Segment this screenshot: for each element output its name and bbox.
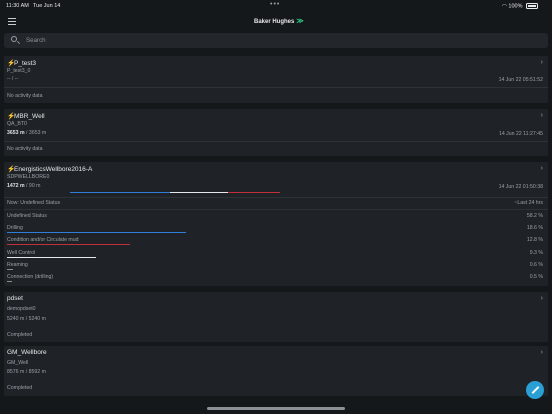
- card-divider: [4, 141, 548, 142]
- card-divider: [4, 209, 548, 210]
- well-name: EnergisticsWellbore2016-A: [14, 166, 93, 173]
- activity-row: Condition and/or Circulate mud 12.8 %: [7, 235, 543, 247]
- activity-row: Reaming 0.6 %: [7, 260, 543, 272]
- timeline-segment-drilling: [70, 192, 170, 193]
- activity-label: Undefined Status: [7, 213, 47, 219]
- pencil-icon: [531, 386, 540, 394]
- chevron-right-icon[interactable]: ›: [541, 295, 543, 302]
- top-nav: Baker Hughes ≫: [0, 12, 552, 32]
- depth-value: -- / --: [7, 76, 19, 82]
- battery-percent: 100%: [508, 3, 523, 10]
- activity-status: Completed: [7, 332, 33, 338]
- activity-label: Reaming: [7, 261, 28, 268]
- well-card[interactable]: ⚡EnergisticsWellbore2016-A › SDPWELLBORE…: [4, 162, 548, 286]
- well-title: ⚡MBR_Well: [7, 112, 45, 120]
- well-name: GM_Wellbore: [7, 349, 47, 356]
- depth-value: 1472 m / 90 m: [7, 183, 40, 189]
- well-card[interactable]: pdset › demopdset0 5240 m / 5240 m Compl…: [4, 292, 548, 342]
- activity-percent-bar: [7, 244, 130, 246]
- brand-logo: Baker Hughes ≫: [254, 17, 304, 25]
- chevron-right-icon[interactable]: ›: [541, 349, 543, 356]
- activity-label: Well Control: [7, 249, 36, 256]
- last-update-timestamp: 14 Jun 22 05:51:52: [498, 77, 543, 83]
- timeline-segment-well-control: [170, 192, 228, 193]
- search-input[interactable]: [26, 33, 526, 48]
- wellbore-name: P_test3_0: [7, 68, 31, 74]
- home-indicator[interactable]: [207, 407, 345, 410]
- wifi-icon: ◠: [502, 3, 507, 10]
- well-title: ⚡EnergisticsWellbore2016-A: [7, 165, 92, 173]
- time-window: Last 24 hrs: [517, 200, 543, 206]
- activity-row: Connection (drilling) 0.5 %: [7, 272, 543, 284]
- well-title: ⚡P_test3: [7, 59, 36, 67]
- activity-timeline-bar: [70, 192, 280, 193]
- activity-row: Undefined Status 58.2 %: [7, 211, 543, 223]
- live-bolt-icon: ⚡: [7, 166, 16, 173]
- activity-percent-bar: [7, 232, 186, 234]
- well-card[interactable]: ⚡MBR_Well › QA_BT0 3653 m / 3653 m 14 Ju…: [4, 109, 548, 156]
- wellbore-name: demopdset0: [7, 306, 36, 312]
- depth-value: 5240 m / 5240 m: [7, 316, 46, 322]
- brand-mark-icon: ≫: [296, 18, 304, 25]
- activity-label: Drilling: [7, 225, 23, 232]
- wellbore-name: GM_Well: [7, 360, 29, 366]
- activity-percent-bar: [7, 256, 97, 258]
- activity-percent: 18.6 %: [526, 225, 543, 232]
- activity-row: Drilling 18.6 %: [7, 223, 543, 235]
- timeline-segment-circulate: [228, 192, 280, 193]
- live-bolt-icon: ⚡: [7, 60, 16, 67]
- activity-percent: 0.6 %: [529, 261, 543, 268]
- depth-value: 8576 m / 8592 m: [7, 369, 46, 375]
- depth-value: 3653 m / 3653 m: [7, 130, 46, 136]
- status-bar: 11:30 AM Tue Jun 14 ••• ◠ 100%: [0, 0, 552, 12]
- card-divider: [4, 87, 548, 88]
- live-bolt-icon: ⚡: [7, 113, 16, 120]
- activity-label: Condition and/or Circulate mud: [7, 237, 79, 244]
- depth-total: / 90 m: [24, 183, 41, 189]
- activity-row: Well Control 9.3 %: [7, 248, 543, 260]
- status-time: 11:30 AM: [6, 3, 29, 9]
- last-update-timestamp: 14 Jun 22 11:27:45: [498, 131, 543, 137]
- search-bar: [4, 33, 548, 48]
- well-card[interactable]: ⚡P_test3 › P_test3_0 -- / -- 14 Jun 22 0…: [4, 56, 548, 103]
- chevron-right-icon[interactable]: ›: [541, 165, 543, 172]
- depth-current: 3653 m: [7, 130, 25, 136]
- well-name: MBR_Well: [14, 113, 45, 120]
- wellbore-name: SDPWELLBORE0: [7, 174, 50, 180]
- well-name: P_test3: [14, 60, 37, 67]
- activity-label: Connection (drilling): [7, 274, 54, 280]
- brand-name: Baker Hughes: [254, 19, 295, 25]
- status-date: Tue Jun 14: [33, 3, 61, 9]
- activity-percent: 12.8 %: [526, 237, 543, 244]
- wellbore-name: QA_BT0: [7, 121, 27, 127]
- current-activity: Now: Undefined Status: [7, 200, 61, 206]
- well-name: pdset: [7, 295, 23, 302]
- edit-fab-button[interactable]: [526, 381, 544, 399]
- card-divider: [4, 197, 548, 198]
- activity-percent: 9.3 %: [529, 249, 543, 256]
- well-card[interactable]: GM_Wellbore › GM_Well 8576 m / 8592 m Co…: [4, 346, 548, 396]
- activity-status: No activity data: [7, 146, 43, 152]
- battery-icon: [526, 3, 538, 9]
- time-window-label: ~Last 24 hrs: [514, 200, 543, 206]
- activity-status: Completed: [7, 385, 33, 391]
- depth-total: / 3653 m: [24, 130, 47, 136]
- chevron-right-icon[interactable]: ›: [541, 112, 543, 119]
- activity-status: No activity data: [7, 93, 43, 99]
- hamburger-menu-icon[interactable]: [8, 18, 16, 25]
- activity-percent: 0.5 %: [529, 274, 543, 280]
- last-update-timestamp: 14 Jun 22 01:50:38: [498, 184, 543, 190]
- multitasking-dots-icon[interactable]: •••: [270, 1, 280, 8]
- chevron-right-icon[interactable]: ›: [541, 59, 543, 66]
- activity-percent: 58.2 %: [526, 213, 543, 219]
- status-right: ◠ 100%: [502, 3, 538, 9]
- depth-current: 1472 m: [7, 183, 25, 189]
- activity-percent-bar: [7, 268, 13, 270]
- search-icon: [11, 36, 17, 42]
- activity-percent-bar: [7, 281, 12, 282]
